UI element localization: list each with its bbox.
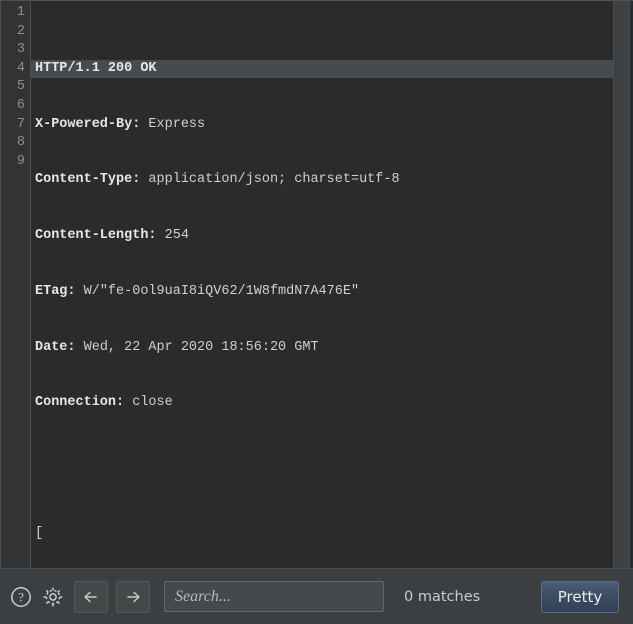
line-number: 3: [16, 42, 25, 58]
editor-right-edge: [629, 1, 633, 568]
header-name: HTTP/1.1 200 OK: [35, 60, 157, 76]
search-input[interactable]: [173, 586, 375, 607]
pretty-button[interactable]: Pretty: [541, 580, 619, 613]
header-line: Connection: close: [35, 394, 633, 413]
line-number: 9: [16, 153, 25, 169]
line-number: 6: [16, 97, 25, 113]
line-number: 8: [16, 135, 25, 151]
bottom-toolbar: ? 0 matches: [0, 568, 633, 624]
line-number: 7: [16, 116, 25, 132]
header-value: Express: [140, 116, 206, 132]
response-editor[interactable]: 1 2 3 4 5 6 7 8 9 HTTP/1.1 200 OK X-Powe…: [0, 0, 633, 568]
header-value: close: [124, 395, 173, 411]
line-number: 2: [16, 23, 25, 39]
header-value: 254: [156, 228, 189, 244]
search-box[interactable]: [164, 581, 384, 612]
header-line: ETag: W/"fe-0ol9uaI8iQV62/1W8fmdN7A476E": [35, 283, 633, 302]
line-number: 5: [16, 79, 25, 95]
scrollbar-thumb[interactable]: [614, 1, 630, 568]
header-value: application/json; charset=utf-8: [140, 172, 400, 188]
header-name: Content-Type:: [35, 172, 141, 188]
header-name: Content-Length:: [35, 228, 157, 244]
arrow-right-icon: [127, 591, 140, 602]
header-line: X-Powered-By: Express: [35, 116, 633, 135]
line-number-gutter: 1 2 3 4 5 6 7 8 9: [1, 1, 31, 568]
arrow-left-icon: [84, 591, 97, 602]
help-circle-icon[interactable]: ?: [8, 584, 34, 610]
header-value: W/"fe-0ol9uaI8iQV62/1W8fmdN7A476E": [75, 283, 360, 299]
header-name: Connection:: [35, 395, 125, 411]
response-text: HTTP/1.1 200 OK X-Powered-By: Express Co…: [31, 4, 633, 568]
code-area[interactable]: HTTP/1.1 200 OK X-Powered-By: Express Co…: [31, 1, 633, 568]
gear-icon[interactable]: [40, 584, 66, 610]
forward-button[interactable]: [116, 580, 150, 613]
back-button[interactable]: [74, 580, 108, 613]
svg-text:?: ?: [18, 590, 24, 604]
line-number: 4: [16, 60, 25, 76]
http-response-viewer: 1 2 3 4 5 6 7 8 9 HTTP/1.1 200 OK X-Powe…: [0, 0, 633, 624]
match-count-label: 0 matches: [404, 588, 481, 605]
header-line: Content-Type: application/json; charset=…: [35, 171, 633, 190]
bracket: [: [35, 525, 44, 541]
header-name: Date:: [35, 339, 76, 355]
header-line: Date: Wed, 22 Apr 2020 18:56:20 GMT: [35, 339, 633, 358]
header-line: Content-Length: 254: [35, 227, 633, 246]
header-value: Wed, 22 Apr 2020 18:56:20 GMT: [75, 339, 319, 355]
header-line: HTTP/1.1 200 OK: [31, 59, 613, 79]
header-name: X-Powered-By:: [35, 116, 141, 132]
json-array-open: [: [35, 525, 633, 544]
header-name: ETag:: [35, 283, 76, 299]
line-number: 1: [16, 5, 25, 20]
vertical-scrollbar[interactable]: [613, 1, 630, 568]
